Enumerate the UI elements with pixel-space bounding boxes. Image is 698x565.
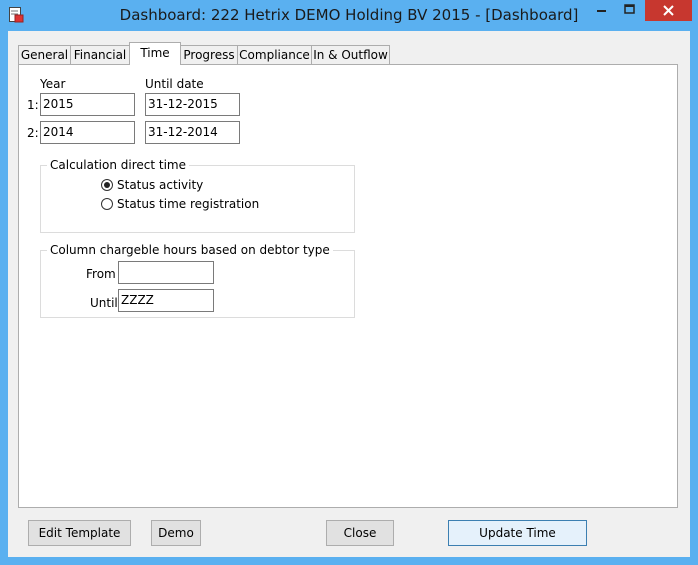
row-index-1: 1: (27, 98, 39, 112)
year-label: Year (40, 77, 66, 91)
dashboard-window: Dashboard: 222 Hetrix DEMO Holding BV 20… (0, 0, 698, 565)
year-field-1[interactable]: 2015 (40, 93, 135, 116)
client-area: General Financial Time Progress Complian… (8, 31, 690, 557)
maximize-button[interactable] (616, 0, 643, 21)
calculation-direct-time-group: Calculation direct time Status activity … (40, 158, 355, 233)
close-button[interactable]: Close (326, 520, 394, 546)
from-field[interactable] (118, 261, 214, 284)
tab-progress[interactable]: Progress (180, 45, 238, 64)
radio-status-time-registration[interactable] (101, 198, 113, 210)
title-bar[interactable]: Dashboard: 222 Hetrix DEMO Holding BV 20… (0, 0, 698, 31)
update-time-button[interactable]: Update Time (448, 520, 587, 546)
chargeable-hours-group: Column chargeble hours based on debtor t… (40, 243, 355, 318)
radio-status-activity[interactable] (101, 179, 113, 191)
calculation-direct-time-title: Calculation direct time (47, 158, 189, 172)
tab-in-outflow[interactable]: In & Outflow (311, 45, 390, 64)
demo-button[interactable]: Demo (151, 520, 201, 546)
time-tab-panel: Year Until date 1: 2015 31-12-2015 2: 20… (18, 64, 678, 508)
until-date-field-1[interactable]: 31-12-2015 (145, 93, 240, 116)
tab-general[interactable]: General (18, 45, 71, 64)
tab-compliance[interactable]: Compliance (237, 45, 312, 64)
until-label: Until (90, 296, 118, 310)
until-field[interactable]: ZZZZ (118, 289, 214, 312)
window-close-button[interactable] (645, 0, 692, 21)
chargeable-hours-title: Column chargeble hours based on debtor t… (47, 243, 333, 257)
maximize-icon (624, 4, 635, 14)
tab-time[interactable]: Time (129, 42, 181, 65)
minimize-button[interactable] (588, 0, 615, 21)
radio-status-activity-label[interactable]: Status activity (117, 178, 203, 192)
edit-template-button[interactable]: Edit Template (28, 520, 131, 546)
until-date-label: Until date (145, 77, 204, 91)
year-field-2[interactable]: 2014 (40, 121, 135, 144)
row-index-2: 2: (27, 126, 39, 140)
until-date-field-2[interactable]: 31-12-2014 (145, 121, 240, 144)
close-icon (663, 5, 674, 16)
tab-financial[interactable]: Financial (70, 45, 130, 64)
from-label: From (86, 267, 116, 281)
radio-status-time-registration-label[interactable]: Status time registration (117, 197, 259, 211)
minimize-icon (597, 10, 606, 12)
